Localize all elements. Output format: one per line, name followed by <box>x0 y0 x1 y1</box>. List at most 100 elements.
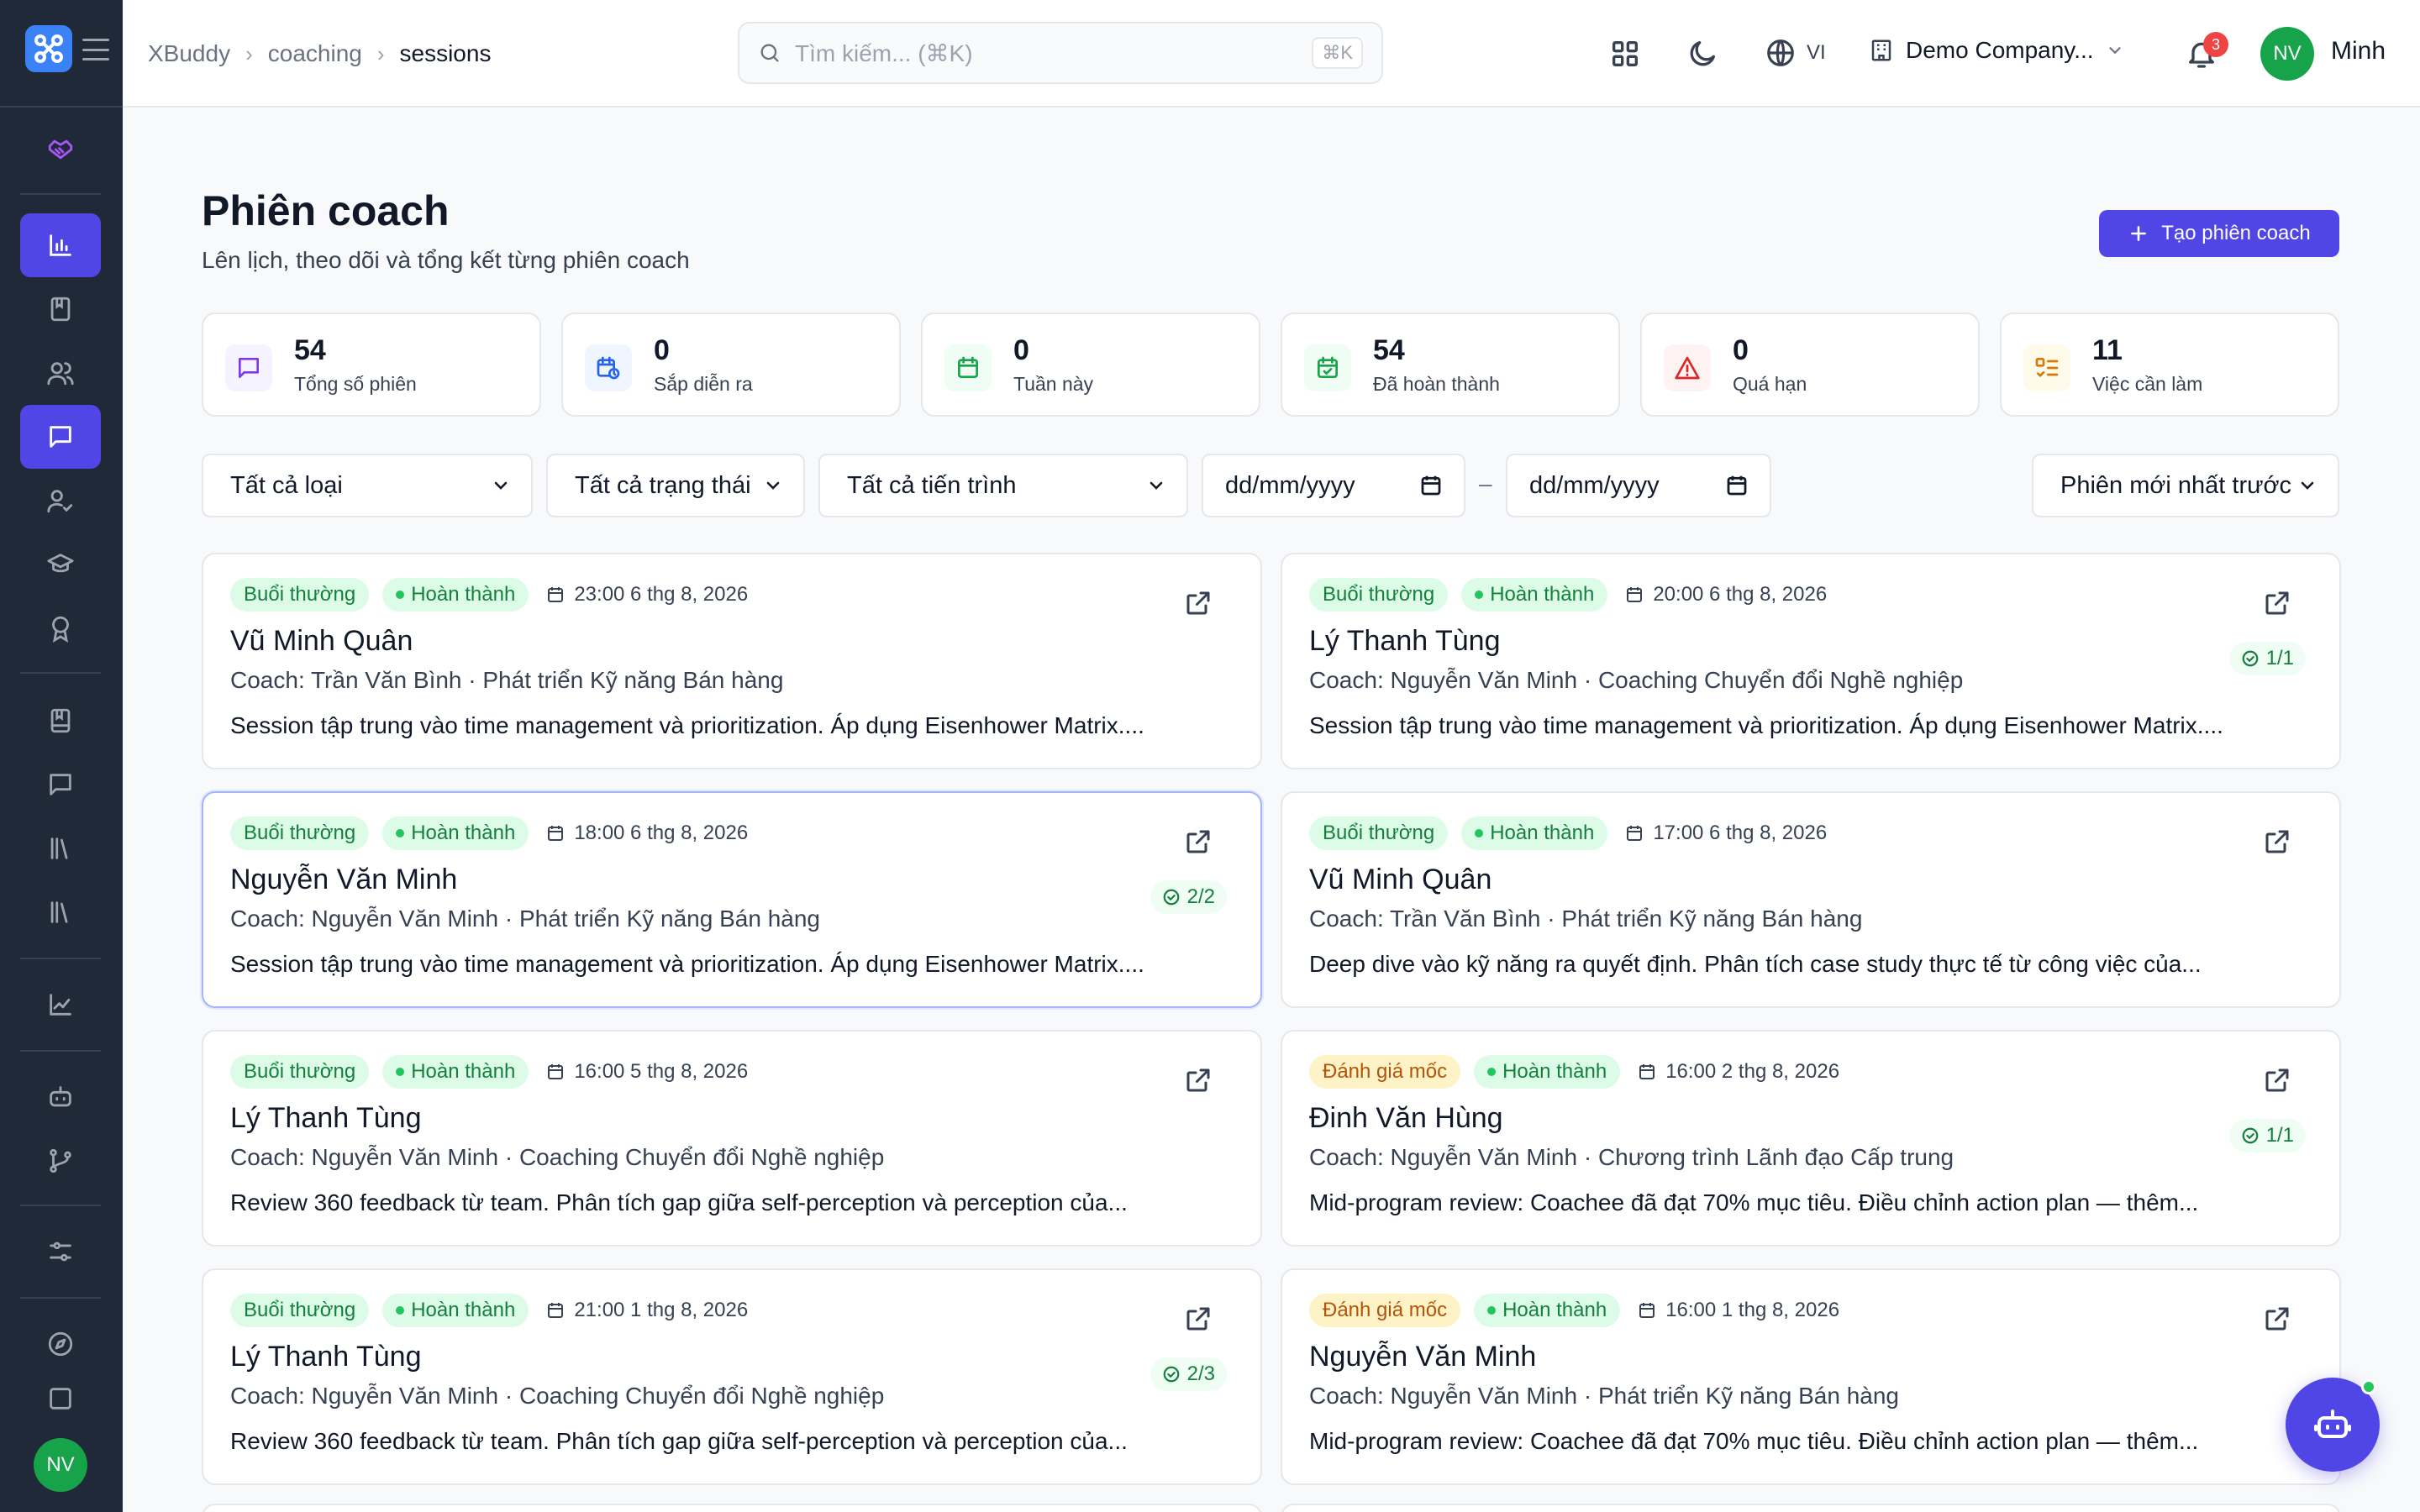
grid-icon[interactable] <box>1608 37 1642 71</box>
sidebar-item-courses[interactable] <box>20 533 101 596</box>
sidebar-item-materials[interactable] <box>20 880 101 944</box>
coachee-name[interactable]: Nguyễn Văn Minh <box>1309 1341 1536 1373</box>
session-date-text: 18:00 6 thg 8, 2026 <box>574 822 749 844</box>
session-description: Review 360 feedback từ team. Phân tích g… <box>230 1189 1128 1215</box>
session-card-partial[interactable] <box>1281 1504 2341 1512</box>
sidebar-divider <box>20 193 101 195</box>
sidebar-avatar[interactable]: NV <box>34 1438 87 1492</box>
session-status-badge: Hoàn thành <box>382 816 529 850</box>
user-avatar[interactable]: NV <box>2260 27 2314 81</box>
sidebar-item-coaches[interactable] <box>20 469 101 533</box>
external-link-icon[interactable] <box>1183 1304 1213 1334</box>
date-to-input[interactable]: dd/mm/yyyy <box>1506 454 1771 517</box>
sidebar-item-messages[interactable] <box>20 753 101 816</box>
external-link-icon[interactable] <box>1183 588 1213 618</box>
company-switcher[interactable]: Demo Company... <box>1869 37 2124 64</box>
calendar-icon <box>1421 475 1441 496</box>
action-progress-text: 2/3 <box>1186 1362 1215 1385</box>
session-card[interactable]: Buổi thường Hoàn thành 16:00 5 thg 8, 20… <box>202 1030 1262 1247</box>
external-link-icon[interactable] <box>2262 1304 2292 1334</box>
coachee-name[interactable]: Lý Thanh Tùng <box>230 1102 421 1135</box>
status-dot <box>1475 591 1484 599</box>
session-card-partial[interactable] <box>202 1504 1262 1512</box>
chevron-down-icon <box>2108 47 2121 55</box>
sidebar-item-coachees[interactable] <box>20 341 101 405</box>
session-card[interactable]: Buổi thường Hoàn thành 18:00 6 thg 8, 20… <box>202 791 1262 1008</box>
sidebar-divider <box>20 1297 101 1299</box>
coachee-name[interactable]: Vũ Minh Quân <box>1309 864 1491 896</box>
stat-card: 54 Đã hoàn thành <box>1281 312 1620 417</box>
sidebar-item-ai-bot[interactable] <box>20 1065 101 1129</box>
session-card[interactable]: Buổi thường Hoàn thành 20:00 6 thg 8, 20… <box>1281 553 2341 769</box>
sidebar-item-partnership[interactable] <box>20 118 101 181</box>
type-filter-select[interactable]: Tất cả loại <box>202 454 533 517</box>
menu-toggle-icon[interactable] <box>82 39 109 60</box>
sidebar-divider <box>0 106 123 108</box>
action-progress-badge: 2/3 <box>1150 1357 1227 1391</box>
sidebar-item-certificates[interactable] <box>20 596 101 660</box>
chevron-down-icon <box>494 481 508 490</box>
session-tags: Buổi thường Hoàn thành 17:00 6 thg 8, 20… <box>1309 816 1827 850</box>
external-link-icon[interactable] <box>2262 1065 2292 1095</box>
session-date-text: 17:00 6 thg 8, 2026 <box>1653 822 1828 844</box>
sidebar-item-library[interactable] <box>20 689 101 753</box>
user-name[interactable]: Minh <box>2331 37 2386 66</box>
status-filter-select[interactable]: Tất cả trạng thái <box>546 454 805 517</box>
sidebar-item-explore[interactable] <box>20 1312 101 1376</box>
session-date: 16:00 1 thg 8, 2026 <box>1637 1299 1839 1322</box>
sidebar-item-programs[interactable] <box>20 277 101 341</box>
session-date: 23:00 6 thg 8, 2026 <box>545 583 748 606</box>
coachee-name[interactable]: Vũ Minh Quân <box>230 625 413 658</box>
session-type-badge: Buổi thường <box>230 578 370 612</box>
progress-filter-select[interactable]: Tất cả tiến trình <box>818 454 1188 517</box>
moon-icon[interactable] <box>1686 37 1719 71</box>
book-icon <box>50 297 71 322</box>
sort-value: Phiên mới nhất trước <box>2060 471 2292 499</box>
external-link-icon[interactable] <box>2262 827 2292 857</box>
session-card[interactable]: Đánh giá mốc Hoàn thành 16:00 2 thg 8, 2… <box>1281 1030 2341 1247</box>
stat-icon-box <box>1664 344 1711 391</box>
breadcrumb-item-coaching[interactable]: coaching <box>268 40 362 67</box>
create-session-button[interactable]: Tạo phiên coach <box>2099 210 2339 257</box>
stat-card: 0 Quá hạn <box>1640 312 1980 417</box>
user-check-icon <box>47 490 73 513</box>
session-card[interactable]: Buổi thường Hoàn thành 21:00 1 thg 8, 20… <box>202 1268 1262 1485</box>
coachee-name[interactable]: Lý Thanh Tùng <box>1309 625 1500 658</box>
sidebar-item-more[interactable] <box>20 1376 101 1423</box>
session-tags: Buổi thường Hoàn thành 18:00 6 thg 8, 20… <box>230 816 748 850</box>
breadcrumb-item-home[interactable]: XBuddy <box>148 40 230 67</box>
calendar-check-icon <box>1318 356 1338 378</box>
session-card[interactable]: Buổi thường Hoàn thành 23:00 6 thg 8, 20… <box>202 553 1262 769</box>
session-type-badge: Đánh giá mốc <box>1309 1055 1461 1089</box>
coachee-name[interactable]: Nguyễn Văn Minh <box>230 864 457 896</box>
sidebar-item-resources[interactable] <box>20 816 101 880</box>
external-link-icon[interactable] <box>1183 827 1213 857</box>
session-status-label: Hoàn thành <box>411 583 516 606</box>
session-status-label: Hoàn thành <box>411 1299 516 1321</box>
coachee-name[interactable]: Lý Thanh Tùng <box>230 1341 421 1373</box>
stat-value: 0 <box>654 334 670 366</box>
date-from-placeholder: dd/mm/yyyy <box>1225 471 1355 499</box>
sidebar-item-sessions[interactable] <box>20 405 101 469</box>
online-indicator <box>2361 1379 2376 1394</box>
external-link-icon[interactable] <box>1183 1065 1213 1095</box>
coachee-name[interactable]: Đinh Văn Hùng <box>1309 1102 1503 1135</box>
sort-select[interactable]: Phiên mới nhất trước <box>2032 454 2339 517</box>
sidebar-item-settings[interactable] <box>20 1220 101 1284</box>
sidebar-item-workflows[interactable] <box>20 1129 101 1193</box>
calendar-icon <box>1639 1064 1655 1079</box>
external-link-icon[interactable] <box>2262 588 2292 618</box>
sidebar-item-dashboard[interactable] <box>20 213 101 277</box>
session-card[interactable]: Đánh giá mốc Hoàn thành 16:00 1 thg 8, 2… <box>1281 1268 2341 1485</box>
date-from-input[interactable]: dd/mm/yyyy <box>1202 454 1465 517</box>
check-circle-icon <box>2242 1127 2258 1144</box>
handshake-icon <box>48 139 73 160</box>
search-input[interactable]: Tìm kiếm... (⌘K) ⌘K <box>738 22 1383 84</box>
award-icon <box>52 616 69 643</box>
progress-filter-value: Tất cả tiến trình <box>847 471 1017 499</box>
coach-program: Coach: Nguyễn Văn Minh · Phát triển Kỹ n… <box>1309 1383 1899 1409</box>
session-card[interactable]: Buổi thường Hoàn thành 17:00 6 thg 8, 20… <box>1281 791 2341 1008</box>
app-logo[interactable] <box>25 25 72 72</box>
sidebar-item-analytics[interactable] <box>20 973 101 1037</box>
language-switcher[interactable]: VI <box>1765 37 1826 69</box>
